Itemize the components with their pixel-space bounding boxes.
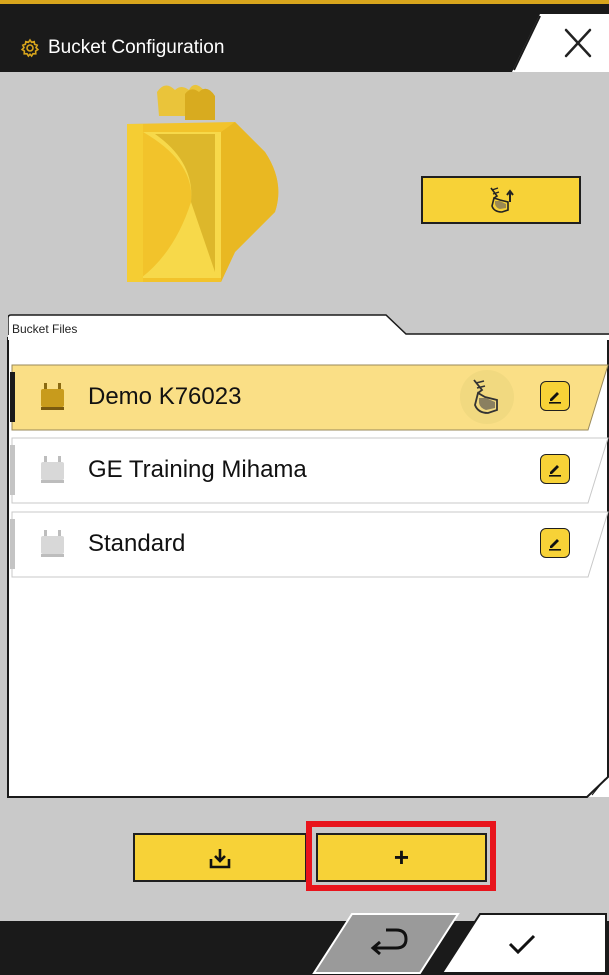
add-label: + [393,842,410,872]
bucket-select-button[interactable] [421,176,581,224]
bucket-select-icon [490,187,514,213]
row-marker [10,519,15,569]
gear-icon [20,38,40,58]
page-title: Bucket Configuration [48,37,225,58]
selection-marker [10,372,15,422]
bucket-preview-image [127,84,279,282]
file-name: Standard [88,530,186,557]
file-name: GE Training Mihama [88,456,307,483]
bucket-files-label: Bucket Files [12,322,78,336]
edit-button[interactable] [540,454,570,484]
edit-button[interactable] [540,528,570,558]
add-button[interactable]: + [316,833,487,882]
current-bucket-icon [460,370,514,424]
import-icon [209,848,231,868]
confirm-button[interactable] [440,912,609,975]
edit-icon [549,392,561,404]
edit-icon [549,539,561,551]
edit-icon [549,465,561,477]
close-button[interactable] [512,14,609,72]
row-marker [10,445,15,495]
file-row-demo-k76023[interactable]: Demo K76023 [10,364,609,431]
bucket-3d-icon [127,84,279,282]
file-active-icon [41,383,64,410]
file-icon [41,530,64,557]
file-row-ge-training-mihama[interactable]: GE Training Mihama [10,437,609,504]
file-name: Demo K76023 [88,383,242,410]
bucket-files-tab [8,314,609,340]
file-row-standard[interactable]: Standard [10,511,609,578]
edit-button[interactable] [540,381,570,411]
import-button[interactable] [133,833,307,882]
file-icon [41,456,64,483]
